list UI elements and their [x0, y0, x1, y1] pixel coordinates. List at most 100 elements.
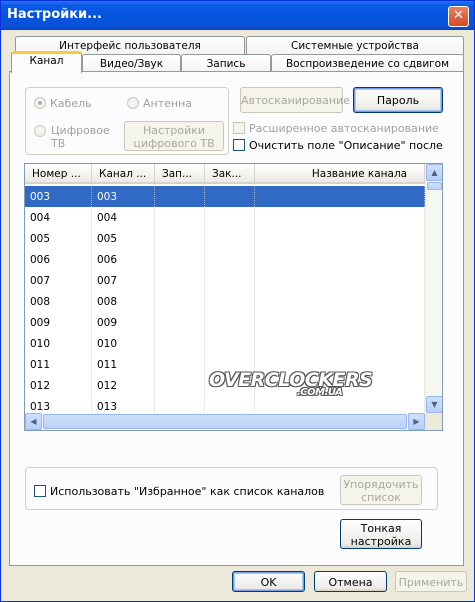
table-cell: 011 [25, 354, 92, 375]
digital-tv-label: Цифровое ТВ [51, 124, 110, 150]
tab-label: Воспроизведение со сдвигом [285, 58, 450, 70]
table-cell [155, 291, 205, 312]
tab-system-devices[interactable]: Системные устройства [246, 36, 464, 55]
table-cell: 003 [92, 186, 155, 207]
scroll-corner [425, 413, 442, 430]
horizontal-scroll-thumb[interactable] [43, 414, 407, 429]
table-cell [155, 207, 205, 228]
checkbox-label: Расширенное автосканирование [249, 122, 439, 135]
table-cell: 006 [25, 249, 92, 270]
radio-digital-tv[interactable] [34, 125, 50, 138]
button-label: Отмена [328, 576, 373, 589]
watermark-subtext: .COM.UA [297, 387, 343, 398]
scroll-right-icon[interactable]: ▶ [408, 413, 425, 430]
tab-label: Системные устройства [291, 40, 419, 52]
sort-list-button[interactable]: Упорядочить список [340, 475, 422, 505]
radio-dot [34, 125, 46, 137]
table-cell: 006 [92, 249, 155, 270]
table-cell [155, 354, 205, 375]
table-cell [255, 333, 425, 354]
scroll-up-icon[interactable]: ▲ [426, 164, 442, 181]
table-row[interactable]: 007 007 [25, 270, 425, 291]
table-row[interactable]: 009 009 [25, 312, 425, 333]
horizontal-scrollbar[interactable]: ◀ ▶ [25, 413, 425, 430]
table-cell: 003 [25, 186, 92, 207]
table-cell [155, 312, 205, 333]
table-cell [255, 207, 425, 228]
table-cell: 009 [25, 312, 92, 333]
table-cell [205, 207, 255, 228]
column-header-channel[interactable]: Канал ... [92, 164, 155, 182]
table-cell [155, 333, 205, 354]
column-header-lock[interactable]: Зак... [205, 164, 255, 182]
table-cell: 005 [92, 228, 155, 249]
watermark-text: OVERCLOCKERS [209, 369, 373, 391]
table-cell [205, 291, 255, 312]
table-cell: 012 [25, 375, 92, 396]
ok-button[interactable]: OK [232, 571, 305, 592]
radio-label: Антенна [143, 97, 193, 110]
scroll-left-icon[interactable]: ◀ [25, 413, 42, 430]
fine-tune-button[interactable]: Тонкая настройка [340, 519, 422, 549]
table-cell [205, 228, 255, 249]
table-cell [255, 186, 425, 207]
password-button[interactable]: Пароль [353, 87, 443, 113]
checkbox-label: Очистить поле "Описание" после [249, 139, 443, 152]
table-cell [155, 228, 205, 249]
tab-label: Видео/Звук [99, 58, 164, 70]
label-line: Цифровое [51, 124, 110, 137]
radio-dot [34, 97, 46, 109]
table-row[interactable]: 004 004 [25, 207, 425, 228]
button-line: Тонкая [360, 522, 402, 535]
table-cell: 008 [92, 291, 155, 312]
table-cell: 007 [92, 270, 155, 291]
clear-description-checkbox[interactable]: Очистить поле "Описание" после [233, 139, 443, 155]
table-cell: 007 [25, 270, 92, 291]
autoscan-button[interactable]: Автосканирование [240, 87, 350, 113]
table-cell [155, 186, 205, 207]
button-line: настройка [350, 535, 412, 548]
table-cell [205, 249, 255, 270]
checkbox-box [233, 122, 245, 134]
close-icon[interactable]: ✕ [448, 6, 469, 27]
table-row[interactable]: 010 010 [25, 333, 425, 354]
column-header-name[interactable]: Название канала [255, 164, 425, 182]
tab-label: Канал [29, 55, 64, 67]
table-cell: 010 [92, 333, 155, 354]
label-line: ТВ [51, 137, 66, 150]
table-row[interactable]: 003 003 [25, 186, 425, 207]
radio-antenna[interactable]: Антенна [127, 97, 192, 110]
extended-autoscan-checkbox[interactable]: Расширенное автосканирование [233, 122, 439, 135]
scroll-down-icon[interactable]: ▼ [426, 396, 442, 413]
checkbox-label: Использовать "Избранное" как список кана… [50, 485, 325, 498]
button-label: Автосканирование [241, 94, 350, 107]
button-label: Пароль [376, 94, 420, 107]
button-line: список [361, 491, 401, 504]
tab-channel[interactable]: Канал [11, 51, 82, 73]
title-bar: Настройки... ✕ [1, 1, 474, 30]
table-row[interactable]: 008 008 [25, 291, 425, 312]
radio-label: Кабель [50, 97, 92, 110]
table-cell [155, 270, 205, 291]
radio-cable[interactable]: Кабель [34, 97, 92, 110]
table-cell: 010 [25, 333, 92, 354]
column-header-number[interactable]: Номер ... [25, 164, 92, 182]
digital-tv-settings-button[interactable]: Настройки цифрового ТВ [124, 121, 224, 151]
cancel-button[interactable]: Отмена [314, 571, 387, 592]
table-cell: 005 [25, 228, 92, 249]
column-header-record[interactable]: Зап... [155, 164, 205, 182]
vertical-scroll-thumb[interactable] [427, 182, 442, 190]
table-cell [255, 249, 425, 270]
button-line: цифрового ТВ [133, 137, 215, 150]
table-cell [205, 312, 255, 333]
table-row[interactable]: 006 006 [25, 249, 425, 270]
watermark-logo: OVERCLOCKERS .COM.UA [209, 369, 373, 398]
table-row[interactable]: 005 005 [25, 228, 425, 249]
table-cell [255, 312, 425, 333]
button-label: OK [260, 576, 277, 589]
list-header: Номер ... Канал ... Зап... Зак... Назван… [25, 164, 425, 184]
apply-button[interactable]: Применить [395, 571, 467, 592]
vertical-scrollbar[interactable]: ▲ ▼ [425, 164, 442, 413]
tab-label: Интерфейс пользователя [59, 40, 201, 52]
favorites-checkbox[interactable]: Использовать "Избранное" как список кана… [34, 485, 324, 498]
